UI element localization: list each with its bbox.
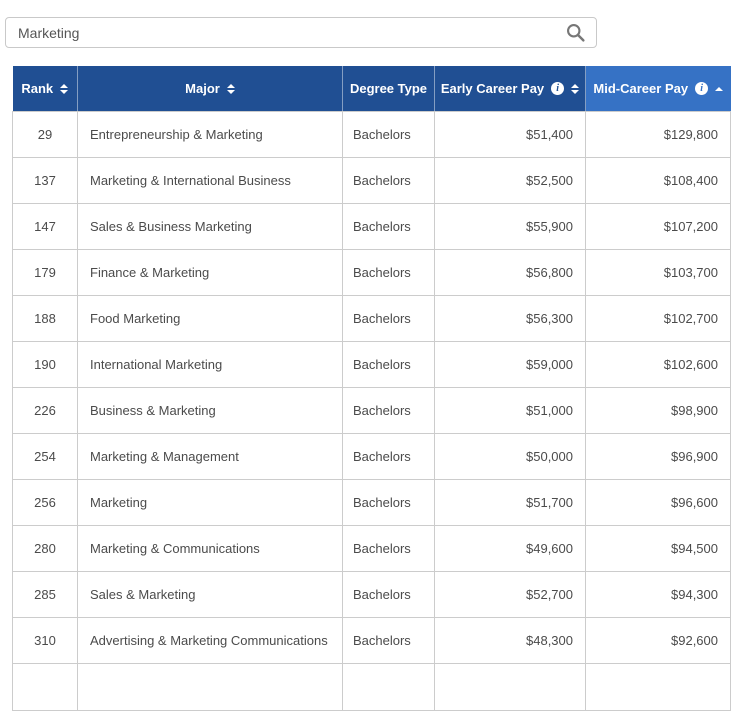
table-row: 254 Marketing & Management Bachelors $50… xyxy=(13,434,731,480)
cell-early-career-pay: $52,500 xyxy=(435,158,586,204)
cell-degree-type: Bachelors xyxy=(343,158,435,204)
cell-early-career-pay: $49,600 xyxy=(435,526,586,572)
table-row: 280 Marketing & Communications Bachelors… xyxy=(13,526,731,572)
cell-degree-type: Bachelors xyxy=(343,434,435,480)
cell-rank: 310 xyxy=(13,618,78,664)
cell-rank: 254 xyxy=(13,434,78,480)
table-row: 137 Marketing & International Business B… xyxy=(13,158,731,204)
cell-rank: 226 xyxy=(13,388,78,434)
table-body: 29 Entrepreneurship & Marketing Bachelor… xyxy=(13,112,731,711)
table-row: 310 Advertising & Marketing Communicatio… xyxy=(13,618,731,664)
cell-major: Food Marketing xyxy=(78,296,343,342)
table-row: 147 Sales & Business Marketing Bachelors… xyxy=(13,204,731,250)
cell-rank: 147 xyxy=(13,204,78,250)
cell-degree-type: Bachelors xyxy=(343,112,435,158)
cell-rank: 137 xyxy=(13,158,78,204)
search-bar xyxy=(5,17,597,48)
sort-both-icon xyxy=(227,84,235,94)
cell-mid-career-pay: $94,500 xyxy=(586,526,731,572)
majors-table: Rank Major Degree Type xyxy=(12,66,731,711)
cell-major: Advertising & Marketing Communications xyxy=(78,618,343,664)
column-label-major: Major xyxy=(185,81,220,96)
table-row: 256 Marketing Bachelors $51,700 $96,600 xyxy=(13,480,731,526)
cell-mid-career-pay: $96,600 xyxy=(586,480,731,526)
cell-mid-career-pay: $98,900 xyxy=(586,388,731,434)
table-header-row: Rank Major Degree Type xyxy=(13,66,731,112)
cell-rank: 256 xyxy=(13,480,78,526)
cell-degree-type: Bachelors xyxy=(343,480,435,526)
cell-mid-career-pay: $107,200 xyxy=(586,204,731,250)
cell-mid-career-pay: $96,900 xyxy=(586,434,731,480)
info-icon[interactable]: i xyxy=(695,82,708,95)
column-header-mid-career-pay[interactable]: Mid-Career Pay i xyxy=(586,66,731,112)
column-header-rank[interactable]: Rank xyxy=(13,66,78,112)
column-label-mid-career-pay: Mid-Career Pay xyxy=(593,81,688,96)
cell-early-career-pay: $50,000 xyxy=(435,434,586,480)
cell-rank: 285 xyxy=(13,572,78,618)
cell-rank: 280 xyxy=(13,526,78,572)
cell-degree-type: Bachelors xyxy=(343,618,435,664)
cell-mid-career-pay: $102,600 xyxy=(586,342,731,388)
table-row: 179 Finance & Marketing Bachelors $56,80… xyxy=(13,250,731,296)
table-row: 190 International Marketing Bachelors $5… xyxy=(13,342,731,388)
table-row: 29 Entrepreneurship & Marketing Bachelor… xyxy=(13,112,731,158)
cell-degree-type: Bachelors xyxy=(343,250,435,296)
column-label-early-career-pay: Early Career Pay xyxy=(441,81,544,96)
cell-major: Marketing & Communications xyxy=(78,526,343,572)
table-row: 188 Food Marketing Bachelors $56,300 $10… xyxy=(13,296,731,342)
cell-major: Sales & Marketing xyxy=(78,572,343,618)
cell-degree-type: Bachelors xyxy=(343,526,435,572)
column-header-degree-type: Degree Type xyxy=(343,66,435,112)
cell-rank: 188 xyxy=(13,296,78,342)
column-label-degree-type: Degree Type xyxy=(350,81,427,96)
cell-major: Business & Marketing xyxy=(78,388,343,434)
cell-mid-career-pay: $94,300 xyxy=(586,572,731,618)
cell-mid-career-pay: $129,800 xyxy=(586,112,731,158)
search-icon[interactable] xyxy=(565,22,586,43)
partial-row xyxy=(13,664,731,711)
cell-major: Marketing xyxy=(78,480,343,526)
cell-early-career-pay: $55,900 xyxy=(435,204,586,250)
cell-degree-type: Bachelors xyxy=(343,342,435,388)
cell-early-career-pay: $56,800 xyxy=(435,250,586,296)
cell-mid-career-pay: $108,400 xyxy=(586,158,731,204)
cell-mid-career-pay: $103,700 xyxy=(586,250,731,296)
table-row: 285 Sales & Marketing Bachelors $52,700 … xyxy=(13,572,731,618)
cell-mid-career-pay: $102,700 xyxy=(586,296,731,342)
cell-major: Sales & Business Marketing xyxy=(78,204,343,250)
cell-early-career-pay: $48,300 xyxy=(435,618,586,664)
cell-early-career-pay: $51,400 xyxy=(435,112,586,158)
page: Rank Major Degree Type xyxy=(0,17,742,711)
cell-degree-type: Bachelors xyxy=(343,572,435,618)
cell-major: Entrepreneurship & Marketing xyxy=(78,112,343,158)
cell-major: Marketing & International Business xyxy=(78,158,343,204)
info-icon[interactable]: i xyxy=(551,82,564,95)
cell-major: International Marketing xyxy=(78,342,343,388)
cell-early-career-pay: $59,000 xyxy=(435,342,586,388)
cell-early-career-pay: $51,000 xyxy=(435,388,586,434)
cell-early-career-pay: $51,700 xyxy=(435,480,586,526)
cell-degree-type: Bachelors xyxy=(343,388,435,434)
cell-rank: 29 xyxy=(13,112,78,158)
cell-major: Marketing & Management xyxy=(78,434,343,480)
sort-asc-icon xyxy=(715,87,723,91)
cell-rank: 190 xyxy=(13,342,78,388)
search-input[interactable] xyxy=(5,17,597,48)
cell-mid-career-pay: $92,600 xyxy=(586,618,731,664)
column-header-early-career-pay[interactable]: Early Career Pay i xyxy=(435,66,586,112)
column-label-rank: Rank xyxy=(21,81,53,96)
cell-early-career-pay: $52,700 xyxy=(435,572,586,618)
cell-early-career-pay: $56,300 xyxy=(435,296,586,342)
cell-degree-type: Bachelors xyxy=(343,204,435,250)
cell-rank: 179 xyxy=(13,250,78,296)
sort-both-icon xyxy=(60,84,68,94)
table-row: 226 Business & Marketing Bachelors $51,0… xyxy=(13,388,731,434)
cell-major: Finance & Marketing xyxy=(78,250,343,296)
sort-both-icon xyxy=(571,84,579,94)
cell-degree-type: Bachelors xyxy=(343,296,435,342)
column-header-major[interactable]: Major xyxy=(78,66,343,112)
